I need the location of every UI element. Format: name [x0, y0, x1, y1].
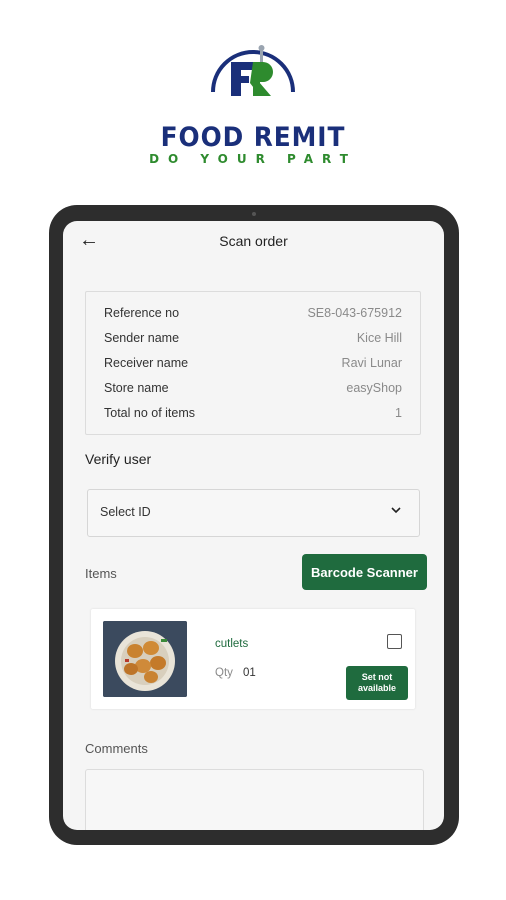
food-remit-logo-icon: [211, 45, 295, 96]
qty-value: 01: [243, 667, 256, 679]
info-row-total-items: Total no of items 1: [104, 406, 402, 426]
info-row-receiver: Receiver name Ravi Lunar: [104, 356, 402, 376]
qty-label: Qty: [215, 667, 233, 679]
app-screen: ← Scan order Reference no SE8-043-675912…: [63, 221, 444, 830]
info-value: easyShop: [346, 381, 402, 395]
info-label: Total no of items: [104, 406, 196, 420]
select-id-value: Select ID: [100, 505, 151, 519]
info-value: Ravi Lunar: [341, 356, 402, 370]
item-name[interactable]: cutlets: [215, 638, 248, 650]
chevron-down-icon: [391, 507, 401, 514]
info-row-store: Store name easyShop: [104, 381, 402, 401]
info-value: 1: [395, 406, 402, 420]
select-id-dropdown[interactable]: Select ID: [87, 489, 420, 537]
item-image: [103, 621, 187, 697]
info-row-reference: Reference no SE8-043-675912: [104, 306, 402, 326]
tablet-frame: ← Scan order Reference no SE8-043-675912…: [49, 205, 459, 845]
page-title: Scan order: [219, 233, 288, 249]
info-label: Store name: [104, 381, 169, 395]
comments-label: Comments: [85, 741, 148, 756]
info-label: Sender name: [104, 331, 180, 345]
item-checkbox[interactable]: [387, 634, 402, 649]
top-bar: ← Scan order: [63, 221, 444, 265]
info-value: Kice Hill: [356, 331, 402, 345]
camera-dot: [252, 212, 256, 216]
brand-tagline: DO YOUR PART: [149, 152, 357, 166]
set-not-available-button[interactable]: Set not available: [346, 666, 408, 700]
info-value: SE8-043-675912: [307, 306, 402, 320]
info-label: Reference no: [104, 306, 180, 320]
verify-user-label: Verify user: [85, 451, 152, 467]
items-label: Items: [85, 566, 117, 581]
brand-logo: FOOD REMIT DO YOUR PART: [0, 40, 506, 170]
info-label: Receiver name: [104, 356, 189, 370]
list-item: cutlets Qty 01 Set not available: [91, 609, 415, 709]
order-info-card: Reference no SE8-043-675912 Sender name …: [85, 291, 421, 435]
brand-name: FOOD REMIT: [160, 122, 346, 153]
comments-field[interactable]: [85, 769, 424, 830]
barcode-scanner-button[interactable]: Barcode Scanner: [302, 554, 427, 590]
info-row-sender: Sender name Kice Hill: [104, 331, 402, 351]
